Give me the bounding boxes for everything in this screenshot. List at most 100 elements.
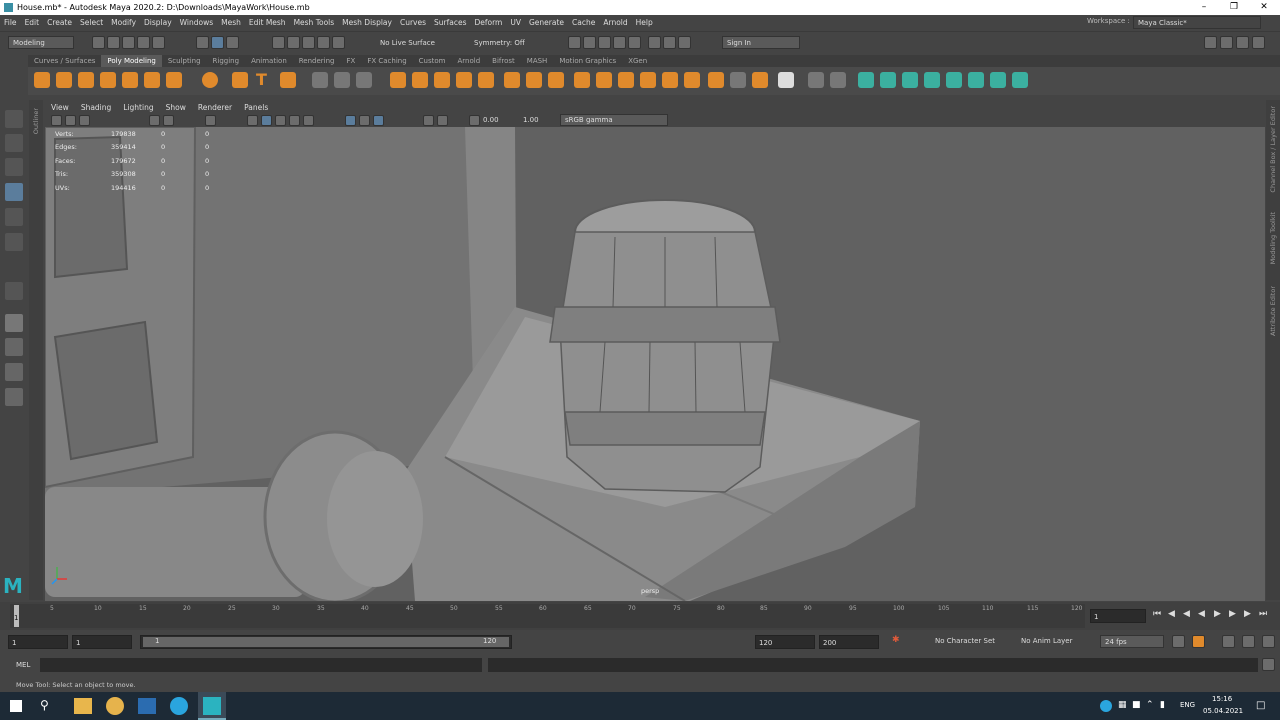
time-slider[interactable]: 1 5 10 15 20 25 30 35 40 45 50 55 60 65 … <box>0 602 1280 630</box>
render-view-icon[interactable] <box>568 36 581 49</box>
textured-icon[interactable] <box>289 115 300 126</box>
menu-mesh[interactable]: Mesh <box>217 18 245 27</box>
four-view-layout-icon[interactable] <box>5 338 23 356</box>
combine-icon[interactable] <box>390 72 406 88</box>
poly-cone-icon[interactable] <box>100 72 116 88</box>
arnold-ipr-icon[interactable] <box>663 36 676 49</box>
attribute-editor-tab[interactable]: Attribute Editor <box>1269 286 1277 336</box>
search-icon[interactable]: ⚲ <box>40 698 49 712</box>
auto-key-icon[interactable]: ✱ <box>892 635 900 645</box>
battery-icon[interactable]: ▮ <box>1160 700 1165 710</box>
insert-edge-loop-icon[interactable] <box>830 72 846 88</box>
sign-in-dropdown[interactable]: Sign In <box>722 36 800 49</box>
menu-display[interactable]: Display <box>140 18 176 27</box>
grid-icon[interactable] <box>149 115 160 126</box>
tool-settings-icon[interactable] <box>1236 36 1249 49</box>
loop-icon[interactable] <box>1172 635 1185 648</box>
undo-icon[interactable] <box>137 36 150 49</box>
fill-hole-icon[interactable] <box>574 72 590 88</box>
go-to-end-icon[interactable]: ⏭ <box>1259 609 1267 619</box>
step-forward-key-icon[interactable]: ▶ <box>1244 609 1251 619</box>
automatic-mapping-icon[interactable] <box>924 72 940 88</box>
select-tool-icon[interactable] <box>5 110 23 128</box>
minimize-icon[interactable]: – <box>1189 0 1219 15</box>
tray-nvidia-icon[interactable]: ■ <box>1132 700 1141 710</box>
shelf-tab-custom[interactable]: Custom <box>413 55 452 67</box>
paint-select-tool-icon[interactable] <box>5 158 23 176</box>
bridge-icon[interactable] <box>526 72 542 88</box>
range-slider-track[interactable]: 1 120 <box>140 635 512 649</box>
scale-tool-icon[interactable] <box>5 233 23 251</box>
poly-plane-icon[interactable] <box>144 72 160 88</box>
anim-layer-dropdown[interactable]: No Anim Layer <box>1021 637 1072 645</box>
lasso-tool-icon[interactable] <box>5 134 23 152</box>
select-by-object-icon[interactable] <box>211 36 224 49</box>
shelf-tab-fx[interactable]: FX <box>341 55 362 67</box>
safe-action-icon[interactable] <box>205 115 216 126</box>
outliner-layout-icon[interactable] <box>5 388 23 406</box>
telegram-icon[interactable] <box>170 697 188 715</box>
render-settings-icon[interactable] <box>613 36 626 49</box>
menu-uv[interactable]: UV <box>506 18 525 27</box>
target-weld-icon[interactable] <box>662 72 678 88</box>
go-to-start-icon[interactable]: ⏮ <box>1153 609 1161 619</box>
isolate-select-icon[interactable] <box>423 115 434 126</box>
edge-loop-icon[interactable] <box>778 72 794 88</box>
scene-end-field[interactable]: 200 <box>819 635 879 649</box>
move-tool-icon[interactable] <box>5 183 23 201</box>
uv-editor-icon[interactable] <box>946 72 962 88</box>
panel-menu-lighting[interactable]: Lighting <box>117 103 159 112</box>
shelf-tab-poly-modeling[interactable]: Poly Modeling <box>101 55 162 67</box>
soft-select-icon[interactable] <box>356 72 372 88</box>
pause-icon[interactable] <box>678 36 691 49</box>
single-perspective-layout-icon[interactable] <box>5 314 23 332</box>
exposure-value[interactable]: 0.00 <box>483 116 499 124</box>
paint-select-icon[interactable] <box>334 72 350 88</box>
menu-modify[interactable]: Modify <box>107 18 140 27</box>
mirror-icon[interactable] <box>478 72 494 88</box>
script-editor-icon[interactable] <box>1262 658 1275 671</box>
maya-taskbar-button[interactable] <box>198 692 226 720</box>
chevron-up-icon[interactable]: ⌃ <box>1146 700 1154 710</box>
poly-cylinder-icon[interactable] <box>78 72 94 88</box>
restore-icon[interactable]: ❐ <box>1219 0 1249 15</box>
snap-to-point-icon[interactable] <box>302 36 315 49</box>
snap-to-grid-icon[interactable] <box>272 36 285 49</box>
current-frame-field[interactable]: 1 <box>1090 609 1146 623</box>
offset-edge-loop-icon[interactable] <box>808 72 824 88</box>
arnold-render-icon[interactable] <box>648 36 661 49</box>
step-back-frame-icon[interactable]: ◀ <box>1183 609 1190 619</box>
mel-input[interactable] <box>40 658 482 672</box>
select-camera-icon[interactable] <box>51 115 62 126</box>
shelf-tab-sculpting[interactable]: Sculpting <box>162 55 207 67</box>
platonic-solid-icon[interactable] <box>202 72 218 88</box>
poly-cube-icon[interactable] <box>56 72 72 88</box>
save-scene-icon[interactable] <box>122 36 135 49</box>
bevel-icon[interactable] <box>548 72 564 88</box>
panel-menu-view[interactable]: View <box>45 103 75 112</box>
menu-windows[interactable]: Windows <box>176 18 217 27</box>
menu-generate[interactable]: Generate <box>525 18 568 27</box>
symmetry-label[interactable]: Symmetry: Off <box>474 39 525 47</box>
clock-date[interactable]: 05.04.2021 <box>1203 707 1243 715</box>
planar-mapping-icon[interactable] <box>858 72 874 88</box>
redo-icon[interactable] <box>152 36 165 49</box>
average-vertices-icon[interactable] <box>640 72 656 88</box>
sound-icon[interactable] <box>1222 635 1235 648</box>
extrude-icon[interactable] <box>504 72 520 88</box>
menu-curves[interactable]: Curves <box>396 18 430 27</box>
snap-to-view-plane-icon[interactable] <box>317 36 330 49</box>
camera-attributes-icon[interactable] <box>65 115 76 126</box>
chrome-icon[interactable] <box>106 697 124 715</box>
spherical-mapping-icon[interactable] <box>902 72 918 88</box>
separate-icon[interactable] <box>412 72 428 88</box>
menu-create[interactable]: Create <box>43 18 76 27</box>
new-scene-icon[interactable] <box>92 36 105 49</box>
collapse-icon[interactable] <box>684 72 700 88</box>
anti-aliasing-icon[interactable] <box>373 115 384 126</box>
shelf-tab-curves-surfaces[interactable]: Curves / Surfaces <box>28 55 101 67</box>
lights-icon[interactable] <box>303 115 314 126</box>
shelf-tab-xgen[interactable]: XGen <box>622 55 653 67</box>
shelf-tab-arnold[interactable]: Arnold <box>452 55 487 67</box>
poly-disc-icon[interactable] <box>166 72 182 88</box>
